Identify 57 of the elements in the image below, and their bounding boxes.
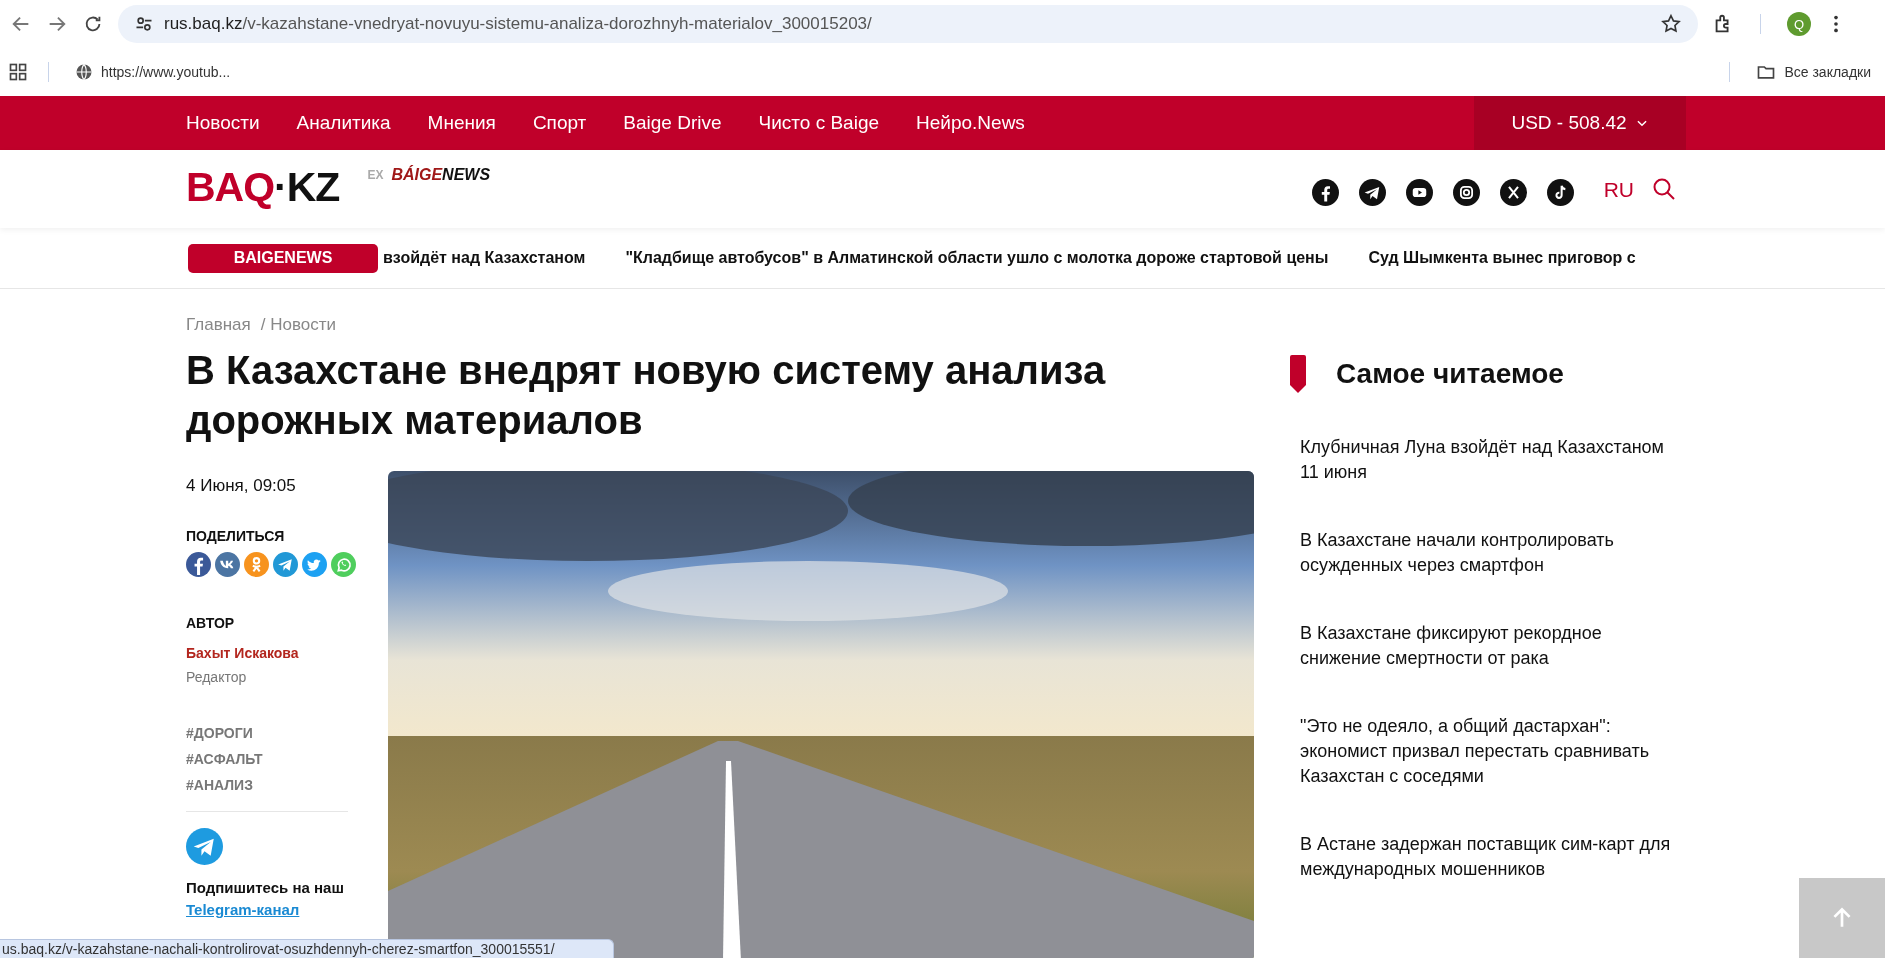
vk-share-icon[interactable] [215, 552, 240, 577]
bookmark-star-icon[interactable] [1660, 13, 1682, 35]
youtube-icon[interactable] [1405, 178, 1433, 206]
search-icon[interactable] [1652, 177, 1676, 201]
bookmark-item[interactable]: https://www.youtub... [69, 59, 237, 85]
instagram-icon[interactable] [1452, 178, 1480, 206]
sublogo: BÁIGENEWS [391, 166, 491, 184]
tiktok-icon[interactable] [1546, 178, 1574, 206]
ticker-badge: BAIGENEWS [188, 243, 378, 273]
tag-link[interactable]: #АСФАЛЬТ [186, 751, 263, 767]
telegram-link[interactable]: Telegram-канал [186, 901, 300, 918]
nav-link[interactable]: Нейро.News [916, 112, 1025, 134]
all-bookmarks[interactable]: Все закладки [1750, 58, 1877, 86]
ticker-headline[interactable]: взойдёт над Казахстаном [383, 249, 586, 267]
most-read-link[interactable]: В Казахстане начали контролировать осужденных через смартфон [1300, 528, 1684, 578]
share-label: ПОДЕЛИТЬСЯ [186, 528, 286, 544]
facebook-icon[interactable] [1311, 178, 1339, 206]
telegram-icon[interactable] [1358, 178, 1386, 206]
address-bar[interactable]: rus.baq.kz/v-kazahstane-vnedryat-novuyu-sistemu-analiza-dorozhnyh-materialov_300015203/ [118, 5, 1698, 43]
facebook-share-icon[interactable] [186, 552, 211, 577]
most-read-link[interactable]: Клубничная Луна взойдёт над Казахстаном 11 июня [1300, 435, 1684, 485]
url-text: rus.baq.kz/v-kazahstane-vnedryat-novuyu-sistemu-analiza-dorozhnyh-materialov_300015203/ [164, 14, 873, 34]
currency-dropdown[interactable]: USD - 508.42 [1474, 96, 1686, 150]
telegram-share-icon[interactable] [273, 552, 298, 577]
most-read-link[interactable]: В Астане задержан поставщик сим-карт для международных мошенников [1300, 832, 1684, 882]
profile-avatar[interactable]: Q [1787, 12, 1811, 36]
x-icon[interactable] [1499, 178, 1527, 206]
breadcrumb-link[interactable]: / Новости [260, 315, 336, 335]
nav-link[interactable]: Чисто с Baige [758, 112, 880, 134]
language-switch[interactable]: RU [1603, 178, 1634, 202]
ticker-headline[interactable]: Суд Шымкента вынес приговор с [1368, 249, 1636, 267]
author-label: АВТОР [186, 615, 236, 631]
tag-link[interactable]: #АНАЛИЗ [186, 777, 253, 793]
bookmark-ribbon-icon [1290, 355, 1306, 393]
nav-link[interactable]: Мнения [427, 112, 496, 134]
site-logo[interactable]: BAQ·KZ [186, 163, 340, 211]
tag-link[interactable]: #ДОРОГИ [186, 725, 253, 741]
breadcrumb-link[interactable]: Главная [186, 315, 251, 335]
most-read-link[interactable]: В Казахстане фиксируют рекордное снижение смертности от рака [1300, 621, 1684, 671]
globe-icon [75, 63, 93, 81]
site-settings-icon[interactable] [134, 14, 154, 34]
ticker-headline[interactable]: "Кладбище автобусов" в Алматинской области ушло с молотка дороже стартовой цены [625, 249, 1329, 267]
status-url: us.baq.kz/v-kazahstane-nachali-kontrolirovat-osuzhdennyh-cherez-smartfon_300015551/ [0, 939, 614, 958]
most-read-link[interactable]: "Это не одеяло, а общий дастархан": экономист призвал перестать сравнивать Казахстан с соседями [1300, 714, 1684, 789]
ex-label: EX [367, 168, 384, 182]
author-name[interactable]: Бахыт Искакова [186, 645, 388, 661]
nav-link[interactable]: Спорт [532, 112, 587, 134]
twitter-share-icon[interactable] [302, 552, 327, 577]
author-role: Редактор [186, 669, 248, 685]
nav-link[interactable]: Baige Drive [623, 112, 722, 134]
article-title: В Казахстане внедрят новую систему анализа дорожных материалов [186, 347, 1107, 444]
nav-link[interactable]: Аналитика [296, 112, 391, 134]
section-title: Самое читаемое [1336, 358, 1564, 390]
article-date: 4 Июня, 09:05 [186, 476, 297, 496]
subscribe-text: Подпишитесь на наш [186, 879, 345, 896]
nav-link[interactable]: Новости [186, 112, 260, 134]
apps-icon[interactable] [8, 62, 28, 82]
